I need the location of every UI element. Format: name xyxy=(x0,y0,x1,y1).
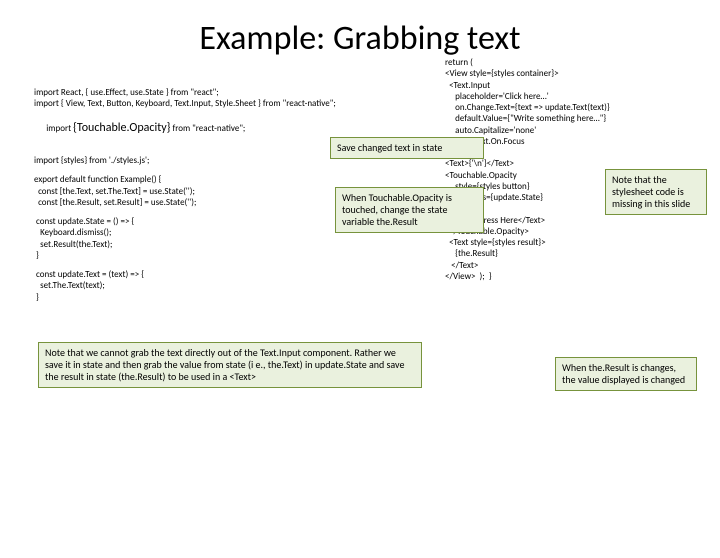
code-line: return ( xyxy=(445,57,680,68)
code-text-large: {Touchable.Opacity} xyxy=(73,121,170,135)
callout-bottom-note: Note that we cannot grab the text direct… xyxy=(38,342,422,388)
code-line: import React, { use.Effect, use.State } … xyxy=(34,87,384,98)
code-line: placeholder='Click here…' xyxy=(445,91,680,102)
code-line: <View style={styles container}> xyxy=(445,68,680,79)
code-line: </Text> xyxy=(445,260,680,271)
code-line: auto.Capitalize='none' xyxy=(445,125,680,136)
left-code-column: import React, { use.Effect, use.State } … xyxy=(34,87,384,303)
code-line: const [the.Text, set.The.Text] = use.Sta… xyxy=(34,186,384,197)
code-line: set.Result(the.Text); xyxy=(34,239,384,250)
code-line: const [the.Result, set.Result] = use.Sta… xyxy=(34,197,384,208)
code-line: <Text style={styles result}> xyxy=(445,237,680,248)
code-line: const update.State = () => { xyxy=(34,216,384,227)
code-text: from "react-native"; xyxy=(170,123,245,134)
code-line: export default function Example() { xyxy=(34,174,384,185)
callout-save-text: Save changed text in state xyxy=(330,137,484,159)
code-line: const update.Text = (text) => { xyxy=(34,269,384,280)
code-line: } xyxy=(34,250,384,261)
code-line: } xyxy=(34,292,384,303)
callout-touchable: When Touchable.Opacity is touched, chang… xyxy=(335,187,484,233)
slide-title: Example: Grabbing text xyxy=(0,18,720,59)
callout-result-note: When the.Result is changes, the value di… xyxy=(555,357,697,391)
code-line: {the.Result} xyxy=(445,248,680,259)
code-line: set.The.Text(text); xyxy=(34,280,384,291)
code-line: </View> ); } xyxy=(445,271,680,282)
code-line: Keyboard.dismiss(); xyxy=(34,227,384,238)
code-line: on.Change.Text={text => update.Text(text… xyxy=(445,102,680,113)
code-line: default.Value={"Write something here…"} xyxy=(445,113,680,124)
code-line: <Text.Input xyxy=(445,80,680,91)
callout-stylesheet-note: Note that the stylesheet code is missing… xyxy=(605,169,707,215)
code-line: import { View, Text, Button, Keyboard, T… xyxy=(34,98,384,109)
code-text: import xyxy=(46,123,73,134)
code-line: <Text>{'\n'}</Text> xyxy=(445,158,680,169)
